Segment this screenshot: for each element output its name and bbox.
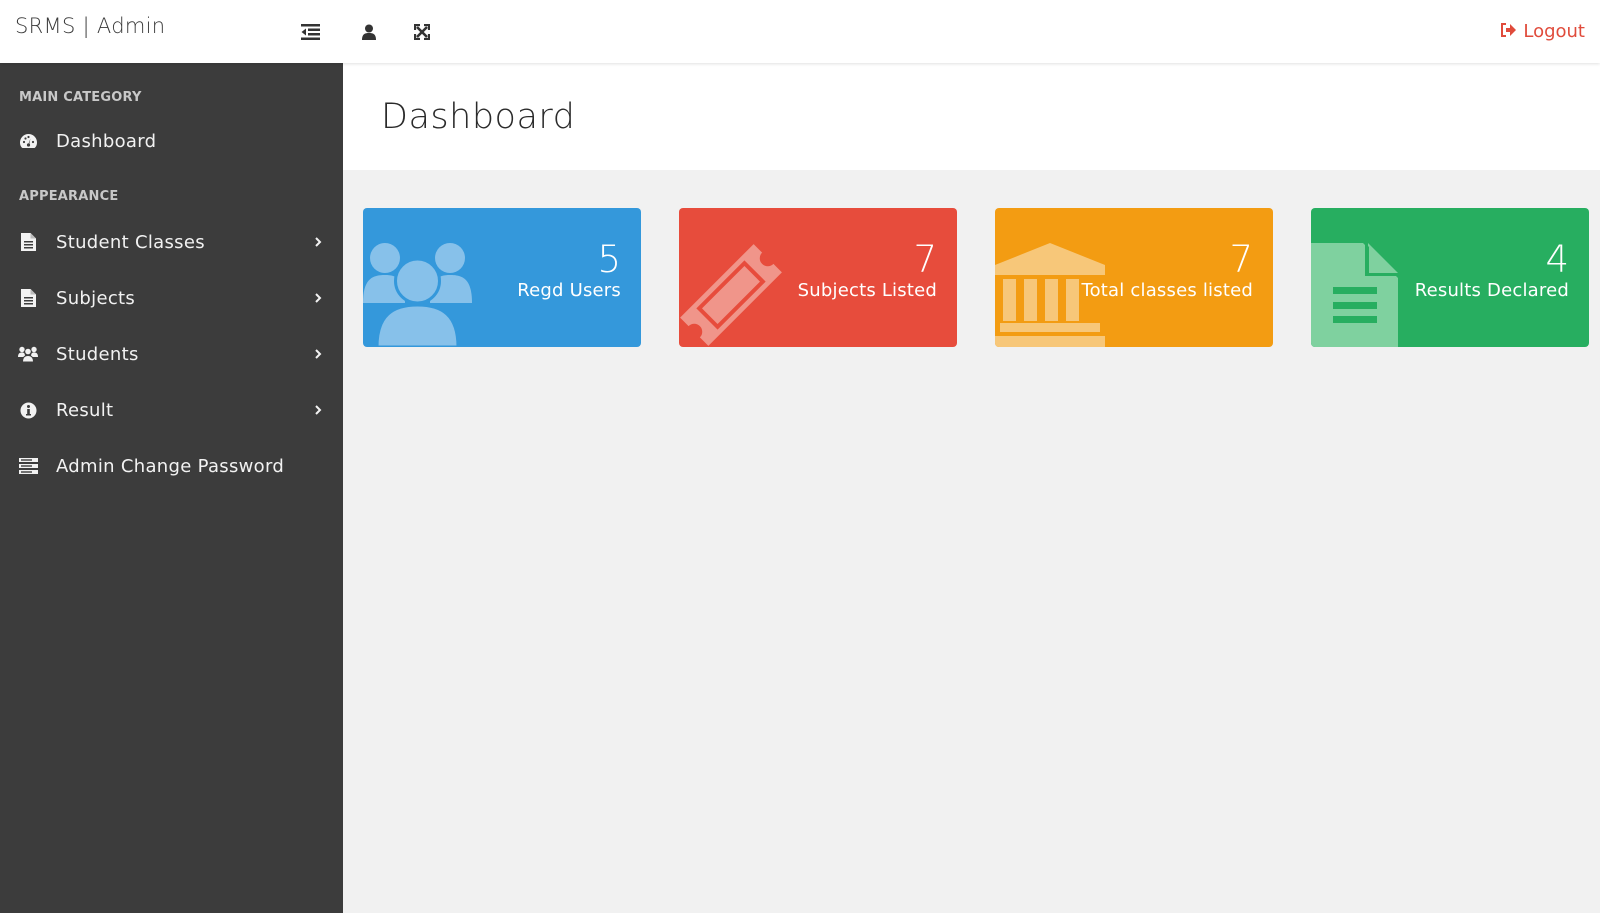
stat-caption: Total classes listed: [1081, 280, 1253, 301]
menu-toggle-icon[interactable]: [300, 22, 320, 42]
page-header: Dashboard: [343, 63, 1600, 170]
stat-value: 7: [913, 238, 937, 281]
stat-caption: Subjects Listed: [797, 280, 937, 301]
logout-button[interactable]: Logout: [1500, 21, 1585, 42]
sidebar-item-students[interactable]: Students: [0, 334, 343, 374]
sidebar-item-dashboard[interactable]: Dashboard: [0, 121, 343, 161]
sidebar-item-label: Dashboard: [56, 130, 157, 152]
stat-card-subjects-listed[interactable]: 7 Subjects Listed: [679, 208, 957, 347]
chevron-right-icon: [315, 405, 322, 415]
chevron-right-icon: [315, 237, 322, 247]
file-icon: [18, 232, 38, 252]
user-icon[interactable]: [359, 22, 379, 42]
chevron-right-icon: [315, 293, 322, 303]
sidebar-item-label: Subjects: [56, 287, 136, 309]
sidebar: MAIN CATEGORY Dashboard APPEARANCE Stude…: [0, 63, 343, 913]
chevron-right-icon: [315, 349, 322, 359]
stat-caption: Results Declared: [1414, 280, 1569, 301]
file-text-icon: [1311, 243, 1398, 347]
logout-label: Logout: [1523, 21, 1585, 42]
stat-card-results-declared[interactable]: 4 Results Declared: [1311, 208, 1589, 347]
sidebar-item-label: Students: [56, 343, 139, 365]
page-title: Dashboard: [381, 97, 576, 137]
info-icon: [18, 400, 38, 420]
file-icon: [18, 288, 38, 308]
sidebar-item-student-classes[interactable]: Student Classes: [0, 222, 343, 262]
users-icon: [18, 344, 38, 364]
sidebar-item-admin-change-password[interactable]: Admin Change Password: [0, 446, 343, 486]
sidebar-item-result[interactable]: Result: [0, 390, 343, 430]
section-label-main-category: MAIN CATEGORY: [19, 90, 142, 105]
server-icon: [18, 456, 38, 476]
sidebar-item-label: Admin Change Password: [56, 455, 285, 477]
brand-title[interactable]: SRMS | Admin: [15, 14, 165, 38]
stat-caption: Regd Users: [517, 280, 621, 301]
stat-value: 4: [1545, 238, 1569, 281]
sidebar-item-label: Student Classes: [56, 231, 205, 253]
ticket-icon: [680, 244, 782, 346]
top-navbar: SRMS | Admin Logout: [0, 0, 1600, 63]
sidebar-item-subjects[interactable]: Subjects: [0, 278, 343, 318]
sidebar-item-label: Result: [56, 399, 114, 421]
stat-value: 7: [1229, 238, 1253, 281]
main-content: Dashboard 5 Regd Users 7 Subjects Listed: [343, 63, 1600, 913]
stat-card-total-classes[interactable]: 7 Total classes listed: [995, 208, 1273, 347]
stat-value: 5: [597, 238, 621, 281]
users-icon: [363, 243, 472, 347]
fullscreen-icon[interactable]: [412, 22, 432, 42]
dashboard-icon: [18, 131, 38, 151]
stat-card-regd-users[interactable]: 5 Regd Users: [363, 208, 641, 347]
section-label-appearance: APPEARANCE: [19, 189, 119, 204]
sign-out-icon: [1500, 21, 1517, 42]
